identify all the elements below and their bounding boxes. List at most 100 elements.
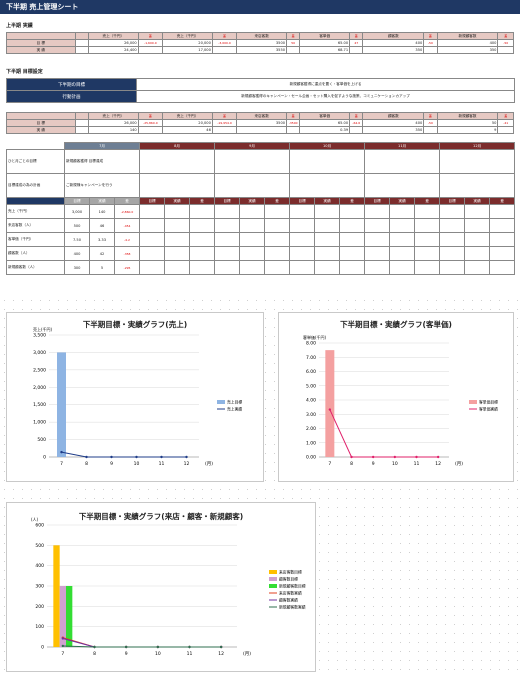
metric-actual[interactable]: 5 [89,260,115,275]
value-cell[interactable]: -50 [497,39,514,47]
metric-empty-cell[interactable] [464,204,491,219]
value-cell[interactable]: 400 [436,39,499,47]
plan-cell[interactable] [214,149,291,174]
plan-row-text[interactable]: ご新規様キャンペーンを行う [63,173,141,198]
metric-empty-cell[interactable] [214,204,241,219]
metric-empty-cell[interactable] [314,260,341,275]
metric-empty-cell[interactable] [364,260,391,275]
metric-empty-cell[interactable] [439,204,466,219]
value-cell[interactable] [497,126,514,134]
metric-empty-cell[interactable] [314,232,341,247]
metric-empty-cell[interactable] [339,232,366,247]
metric-empty-cell[interactable] [314,246,341,261]
metric-empty-cell[interactable] [364,204,391,219]
value-cell[interactable] [286,126,301,134]
value-cell[interactable]: 26,000 [87,39,139,47]
plan-cell[interactable] [364,173,441,198]
metric-empty-cell[interactable] [364,218,391,233]
metric-empty-cell[interactable] [189,246,216,261]
metric-empty-cell[interactable] [339,246,366,261]
metric-empty-cell[interactable] [414,246,441,261]
value-cell[interactable]: 17,000 [162,46,213,54]
metric-empty-cell[interactable] [389,246,416,261]
metric-empty-cell[interactable] [489,232,516,247]
metric-empty-cell[interactable] [139,232,166,247]
metric-empty-cell[interactable] [239,260,266,275]
metric-empty-cell[interactable] [239,204,266,219]
plan-cell[interactable] [139,149,216,174]
metric-empty-cell[interactable] [214,260,241,275]
plan-cell[interactable] [439,173,516,198]
metric-empty-cell[interactable] [439,218,466,233]
value-cell[interactable]: 47 [349,39,364,47]
metric-empty-cell[interactable] [239,218,266,233]
metric-empty-cell[interactable] [439,232,466,247]
metric-empty-cell[interactable] [139,204,166,219]
metric-empty-cell[interactable] [239,246,266,261]
metric-empty-cell[interactable] [264,218,291,233]
metric-target[interactable]: 3,000 [64,204,90,219]
value-cell[interactable]: 3550 [236,46,288,54]
metric-empty-cell[interactable] [339,218,366,233]
metric-empty-cell[interactable] [214,218,241,233]
metric-actual[interactable]: 140 [89,204,115,219]
value-cell[interactable]: -25,860.0 [137,119,164,127]
value-cell[interactable]: 0.39 [299,126,351,134]
metric-empty-cell[interactable] [289,218,316,233]
metric-empty-cell[interactable] [389,204,416,219]
metric-empty-cell[interactable] [189,218,216,233]
value-cell[interactable]: 350 [362,126,425,134]
value-cell[interactable]: -50 [423,39,438,47]
metric-empty-cell[interactable] [389,232,416,247]
metric-empty-cell[interactable] [264,204,291,219]
metric-actual[interactable]: 3.33 [89,232,115,247]
value-cell[interactable] [423,126,438,134]
metric-empty-cell[interactable] [214,246,241,261]
metric-empty-cell[interactable] [189,260,216,275]
metric-empty-cell[interactable] [264,260,291,275]
value-cell[interactable]: 20,000 [162,119,213,127]
metric-empty-cell[interactable] [489,204,516,219]
value-cell[interactable]: -3,000.0 [211,39,238,47]
value-cell[interactable] [137,126,164,134]
value-cell[interactable]: 50 [436,119,499,127]
metric-empty-cell[interactable] [489,218,516,233]
metric-empty-cell[interactable] [289,260,316,275]
value-cell[interactable]: 400 [362,119,425,127]
value-cell[interactable]: 50 [286,39,301,47]
plan-cell[interactable] [289,173,366,198]
value-cell[interactable]: -50 [423,119,438,127]
value-cell[interactable] [211,46,238,54]
value-cell[interactable]: 46 [162,126,213,134]
metric-empty-cell[interactable] [464,260,491,275]
metric-actual[interactable]: 46 [89,218,115,233]
value-cell[interactable] [423,46,438,54]
metric-empty-cell[interactable] [489,246,516,261]
metric-empty-cell[interactable] [464,246,491,261]
metric-empty-cell[interactable] [389,218,416,233]
value-cell[interactable]: 140 [87,126,139,134]
metric-empty-cell[interactable] [339,260,366,275]
metric-target[interactable]: 400 [64,246,90,261]
value-cell[interactable]: 350 [436,46,499,54]
metric-target[interactable]: 500 [64,218,90,233]
metric-empty-cell[interactable] [139,260,166,275]
plan-cell[interactable] [289,149,366,174]
value-cell[interactable]: 24,400 [87,46,139,54]
sales-chart[interactable]: 下半期目標・実績グラフ(売上) 0 500 1,000 1,500 2,000 2,500… [6,312,264,482]
value-cell[interactable]: 65.00 [299,119,351,127]
value-cell[interactable]: 68.71 [299,46,351,54]
value-cell[interactable] [497,46,514,54]
metric-empty-cell[interactable] [339,204,366,219]
metric-empty-cell[interactable] [289,246,316,261]
value-cell[interactable] [137,46,164,54]
metric-actual[interactable]: 42 [89,246,115,261]
value-cell[interactable]: -41 [497,119,514,127]
plan-cell[interactable] [439,149,516,174]
metric-empty-cell[interactable] [164,232,191,247]
metric-empty-cell[interactable] [164,218,191,233]
metric-empty-cell[interactable] [314,204,341,219]
value-cell[interactable] [211,126,238,134]
metric-empty-cell[interactable] [364,232,391,247]
value-cell[interactable]: -19,954.0 [211,119,238,127]
